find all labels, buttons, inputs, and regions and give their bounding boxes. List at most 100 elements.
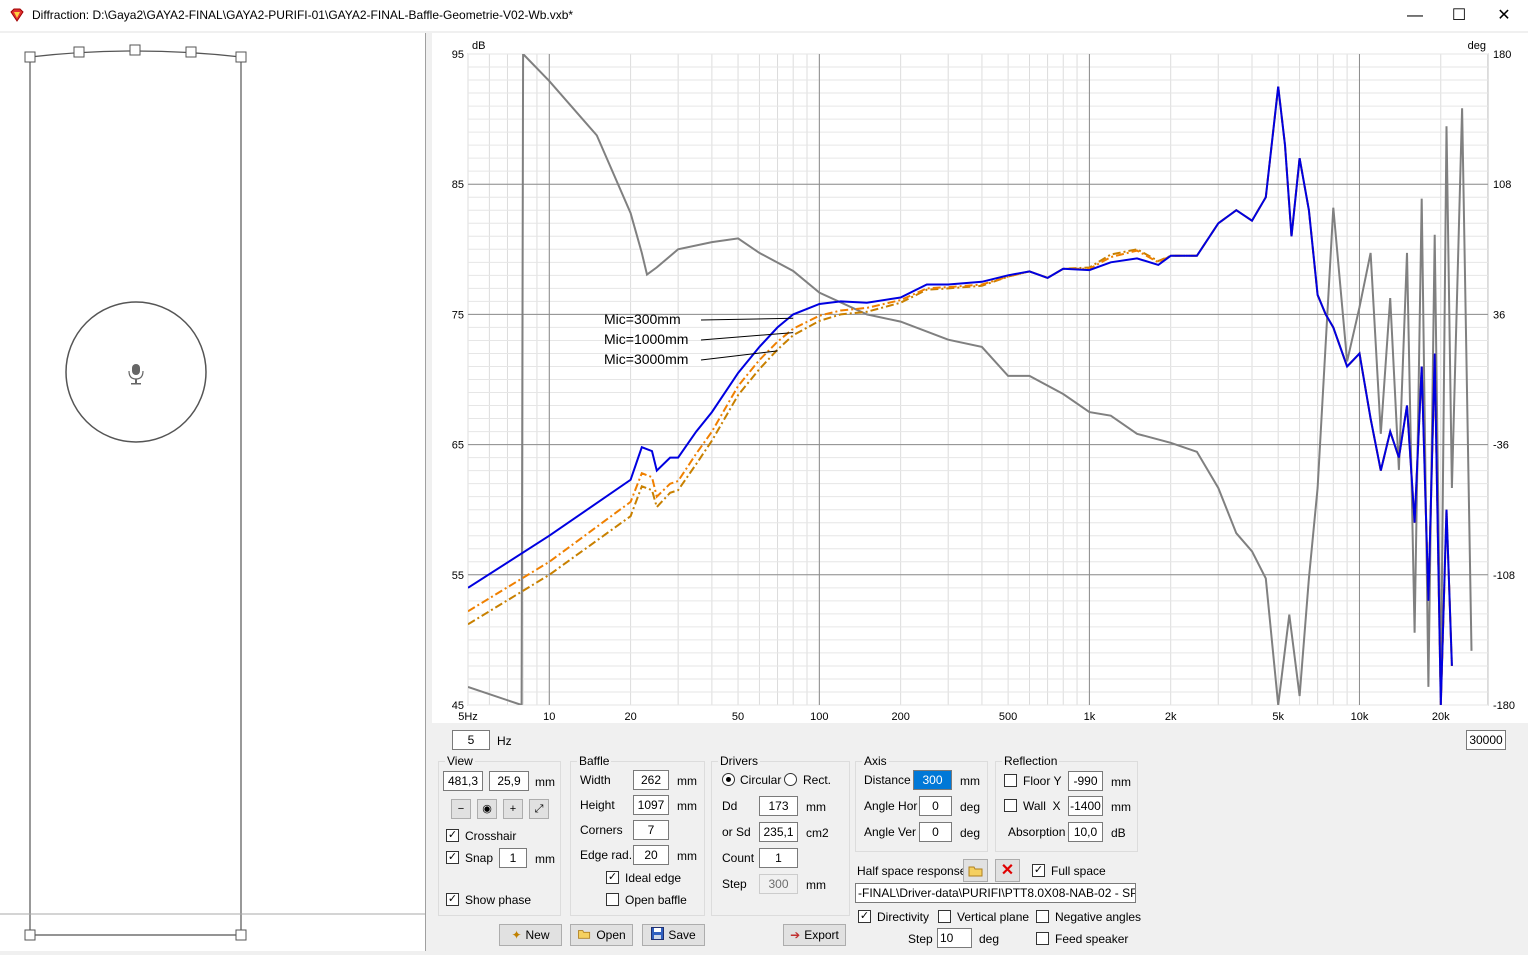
close-button[interactable]: ✕ <box>1481 0 1527 31</box>
negative-angles-checkbox[interactable] <box>1036 910 1049 923</box>
angle-hor-unit: deg <box>960 800 981 814</box>
vertical-plane-checkbox[interactable] <box>938 910 951 923</box>
y-left-tick-label: 85 <box>452 179 464 191</box>
frequency-response-chart[interactable]: 5Hz 10 20 50 100 200 500 1k 2k 5k 10k 20k 95 85 75 65 55… <box>432 33 1528 723</box>
angle-ver-input[interactable] <box>919 822 952 842</box>
x-tick-label: 2k <box>1165 711 1177 723</box>
y-right-tick-label: 36 <box>1493 309 1505 321</box>
zoom-fit-icon[interactable]: ◉ <box>477 799 497 819</box>
sd-unit: cm2 <box>806 826 829 840</box>
crosshair-checkbox[interactable]: ✓ <box>446 829 459 842</box>
corner-handle <box>235 929 247 941</box>
height-unit: mm <box>677 799 697 813</box>
open-folder-icon[interactable] <box>963 859 988 882</box>
zoom-out-icon[interactable]: − <box>451 799 471 819</box>
x-tick-label: 500 <box>999 711 1017 723</box>
zoom-in-icon[interactable]: + <box>503 799 523 819</box>
directivity-step-unit: deg <box>979 932 1000 946</box>
circular-label: Circular <box>740 773 782 787</box>
freq-max-input[interactable] <box>1466 730 1506 750</box>
save-button[interactable]: Save <box>642 924 705 946</box>
corners-input[interactable] <box>633 820 669 840</box>
wall-checkbox[interactable] <box>1004 799 1017 812</box>
export-button-label: Export <box>804 928 839 942</box>
angle-hor-input[interactable] <box>919 796 952 816</box>
wall-unit: mm <box>1111 800 1131 814</box>
rect-radio[interactable] <box>784 773 797 786</box>
view-legend: View <box>447 754 473 768</box>
baffle-outline-drawing[interactable] <box>0 33 425 951</box>
mic-annotation-label: Mic=1000mm <box>604 331 688 347</box>
x-tick-label: 100 <box>810 711 828 723</box>
width-unit: mm <box>677 774 697 788</box>
y-right-tick-label: 108 <box>1493 179 1511 191</box>
snap-checkbox[interactable]: ✓ <box>446 851 459 864</box>
width-input[interactable] <box>633 770 669 790</box>
distance-label: Distance <box>864 773 911 787</box>
chart-svg[interactable]: 5Hz 10 20 50 100 200 500 1k 2k 5k 10k 20k 95 85 75 65 55… <box>432 33 1528 723</box>
snap-label: Snap <box>465 851 494 865</box>
app-diamond-icon <box>10 8 24 22</box>
count-input[interactable] <box>759 848 798 868</box>
y-right-tick-label: 180 <box>1493 49 1511 61</box>
baffle-legend: Baffle <box>579 754 610 768</box>
absorption-input[interactable] <box>1068 822 1103 842</box>
wall-label: Wall X <box>1023 799 1061 813</box>
y-left-tick-label: 45 <box>452 700 464 712</box>
distance-unit: mm <box>960 774 980 788</box>
folder-icon <box>577 928 592 943</box>
directivity-label: Directivity <box>877 910 930 924</box>
floor-input[interactable] <box>1068 771 1103 791</box>
dd-unit: mm <box>806 800 826 814</box>
height-input[interactable] <box>633 795 669 815</box>
half-space-file-input[interactable] <box>855 883 1136 903</box>
export-button[interactable]: ➔ Export <box>783 924 846 946</box>
view-y-input[interactable] <box>489 771 529 791</box>
floor-label: Floor Y <box>1023 774 1062 788</box>
x-tick-label: 5k <box>1272 711 1284 723</box>
title-bar: Diffraction: D:\Gaya2\GAYA2-FINAL\GAYA2-… <box>0 0 1528 31</box>
save-button-label: Save <box>668 928 696 942</box>
open-baffle-checkbox[interactable] <box>606 893 619 906</box>
half-space-label: Half space response <box>857 864 967 878</box>
y-left-tick-label: 65 <box>452 440 464 452</box>
dd-input[interactable] <box>759 796 798 816</box>
negative-angles-label: Negative angles <box>1055 910 1142 924</box>
directivity-step-input[interactable] <box>937 928 972 948</box>
feed-speaker-checkbox[interactable] <box>1036 932 1049 945</box>
rect-label: Rect. <box>803 773 832 787</box>
clear-x-icon[interactable]: ✕ <box>995 859 1020 882</box>
maximize-button[interactable]: ☐ <box>1436 0 1482 31</box>
width-label: Width <box>580 773 611 787</box>
x-tick-label: 10k <box>1351 711 1369 723</box>
edge-radius-input[interactable] <box>633 845 669 865</box>
full-space-checkbox[interactable]: ✓ <box>1032 864 1045 877</box>
y-left-tick-label: 75 <box>452 309 464 321</box>
floor-checkbox[interactable] <box>1004 774 1017 787</box>
distance-input[interactable] <box>913 770 952 790</box>
window-title: Diffraction: D:\Gaya2\GAYA2-FINAL\GAYA2-… <box>32 8 574 22</box>
new-button[interactable]: ✦ New <box>499 924 562 946</box>
reflection-legend: Reflection <box>1004 754 1058 768</box>
directivity-checkbox[interactable]: ✓ <box>858 910 871 923</box>
sd-input[interactable] <box>759 822 798 842</box>
minimize-button[interactable]: — <box>1392 0 1438 31</box>
wall-input[interactable] <box>1068 796 1103 816</box>
view-x-input[interactable] <box>443 771 483 791</box>
snap-input[interactable] <box>499 848 527 868</box>
y-right-tick-label: -108 <box>1493 570 1515 582</box>
baffle-drawing-canvas[interactable] <box>0 33 426 951</box>
ideal-edge-checkbox[interactable]: ✓ <box>606 871 619 884</box>
circular-radio[interactable] <box>722 773 735 786</box>
fullscreen-icon[interactable]: ⤢ <box>529 799 549 819</box>
snap-unit: mm <box>535 852 555 866</box>
angle-hor-label: Angle Hor <box>864 799 918 813</box>
mic-annotation-label: Mic=300mm <box>604 311 681 327</box>
show-phase-checkbox[interactable]: ✓ <box>446 893 459 906</box>
corners-label: Corners <box>580 823 623 837</box>
freq-min-input[interactable] <box>452 730 490 750</box>
corner-handle <box>24 929 36 941</box>
sd-label: or Sd <box>722 825 751 839</box>
open-button[interactable]: Open <box>570 924 633 946</box>
corner-handle <box>185 46 197 58</box>
